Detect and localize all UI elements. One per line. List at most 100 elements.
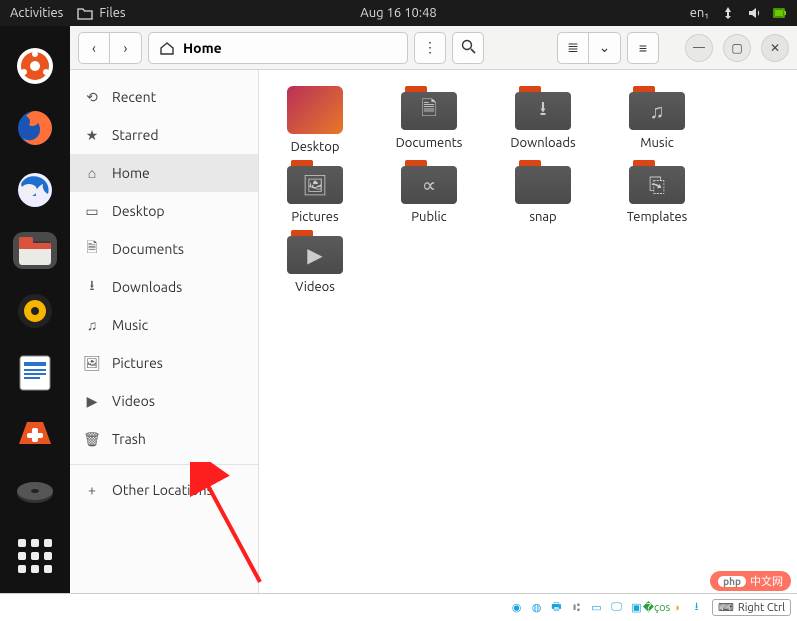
folder-icon: ∝ bbox=[401, 160, 457, 204]
vbox-optical-icon[interactable]: ◍ bbox=[528, 599, 545, 616]
ubuntu-dock bbox=[0, 26, 70, 593]
back-button[interactable]: ‹ bbox=[78, 32, 110, 64]
watermark-php: php bbox=[718, 576, 746, 587]
dock-app-libreoffice-writer[interactable] bbox=[13, 353, 57, 393]
file-documents[interactable]: 🗎 Documents bbox=[381, 86, 477, 154]
file-label: Public bbox=[411, 210, 446, 224]
sidebar-item-music[interactable]: ♫Music bbox=[70, 306, 258, 344]
host-key-label: Right Ctrl bbox=[738, 602, 785, 614]
sidebar-item-videos[interactable]: ▶Videos bbox=[70, 382, 258, 420]
path-bar[interactable]: Home bbox=[148, 32, 408, 64]
sidebar-item-label: Recent bbox=[112, 89, 156, 105]
places-sidebar: ⟲ Recent ★Starred ⌂Home ▭ Desktop 🗎 Documen… bbox=[70, 70, 259, 593]
file-public[interactable]: ∝ Public bbox=[381, 160, 477, 224]
path-label: Home bbox=[183, 40, 222, 56]
vbox-network-icon[interactable]: �ços bbox=[648, 599, 665, 616]
gnome-top-bar: Activities Files Aug 16 10:48 en₁ bbox=[0, 0, 797, 26]
close-button[interactable]: ✕ bbox=[761, 34, 789, 62]
view-options-button[interactable]: ⌄ bbox=[589, 32, 621, 64]
hamburger-menu-button[interactable]: ≡ bbox=[627, 32, 659, 64]
sidebar-item-trash[interactable]: 🗑Trash bbox=[70, 420, 258, 458]
vbox-clipboard-icon[interactable]: ◑ bbox=[668, 599, 685, 616]
nautilus-window: ‹ › Home ⋮ ≣ ⌄ ≡ — ▢ ✕ ⟲ Recent ★Starred … bbox=[70, 26, 797, 593]
clock[interactable]: Aug 16 10:48 bbox=[360, 6, 437, 20]
dock-app-files[interactable] bbox=[13, 232, 57, 269]
dock-app-ubuntu-software[interactable] bbox=[13, 415, 57, 452]
file-music[interactable]: ♫ Music bbox=[609, 86, 705, 154]
sidebar-item-starred[interactable]: ★Starred bbox=[70, 116, 258, 154]
vbox-audio-icon[interactable]: 🖶 bbox=[548, 599, 565, 616]
vbox-shared-folder-icon[interactable]: ▭ bbox=[588, 599, 605, 616]
home-icon: ⌂ bbox=[84, 165, 100, 181]
watermark-text: 中文网 bbox=[750, 573, 783, 589]
battery-icon[interactable] bbox=[773, 6, 787, 20]
file-label: Templates bbox=[627, 210, 688, 224]
hamburger-icon: ≡ bbox=[639, 40, 647, 56]
folder-icon: ▶ bbox=[287, 230, 343, 274]
desktop-icon: ▭ bbox=[84, 203, 100, 220]
file-label: Downloads bbox=[510, 136, 575, 150]
network-icon[interactable] bbox=[721, 6, 735, 20]
list-view-button[interactable]: ≣ bbox=[557, 32, 589, 64]
maximize-button[interactable]: ▢ bbox=[723, 34, 751, 62]
volume-icon[interactable] bbox=[747, 6, 761, 20]
sidebar-item-desktop[interactable]: ▭ Desktop bbox=[70, 192, 258, 230]
desktop-folder-icon bbox=[287, 86, 343, 134]
downloads-icon: ⭳ bbox=[84, 275, 100, 299]
vbox-display-icon[interactable]: 🖵 bbox=[608, 599, 625, 616]
sidebar-item-label: Documents bbox=[112, 241, 184, 257]
file-label: Desktop bbox=[291, 140, 340, 154]
file-downloads[interactable]: ⭳ Downloads bbox=[495, 86, 591, 154]
folder-icon: ♫ bbox=[629, 86, 685, 130]
sidebar-item-recent[interactable]: ⟲ Recent bbox=[70, 78, 258, 116]
music-icon: ♫ bbox=[84, 317, 100, 333]
file-templates[interactable]: ⎘ Templates bbox=[609, 160, 705, 224]
folder-icon: 🗎 bbox=[401, 86, 457, 130]
sidebar-item-downloads[interactable]: ⭳Downloads bbox=[70, 268, 258, 306]
dock-app-firefox[interactable] bbox=[13, 108, 57, 148]
file-snap[interactable]: snap bbox=[495, 160, 591, 224]
folder-icon: ⭳ bbox=[515, 86, 571, 130]
file-label: Pictures bbox=[291, 210, 338, 224]
vbox-hdd-icon[interactable]: ◉ bbox=[508, 599, 525, 616]
close-icon: ✕ bbox=[770, 41, 780, 55]
app-menu[interactable]: Files bbox=[77, 6, 125, 20]
folder-icon bbox=[515, 160, 571, 204]
vbox-host-key[interactable]: ⌨ Right Ctrl bbox=[712, 599, 791, 616]
sidebar-item-other-locations[interactable]: +Other Locations bbox=[70, 471, 258, 509]
vbox-usb-icon[interactable]: ⑆ bbox=[568, 599, 585, 616]
icon-view[interactable]: Desktop 🗎 Documents ⭳ Downloads ♫ Music … bbox=[259, 70, 797, 593]
dock-app-rhythmbox[interactable] bbox=[13, 291, 57, 331]
home-icon bbox=[159, 40, 175, 56]
dock-app-thunderbird[interactable] bbox=[13, 170, 57, 210]
path-menu-button[interactable]: ⋮ bbox=[414, 32, 446, 64]
keyboard-icon: ⌨ bbox=[718, 601, 734, 614]
file-desktop[interactable]: Desktop bbox=[267, 86, 363, 154]
search-button[interactable] bbox=[452, 32, 484, 64]
maximize-icon: ▢ bbox=[731, 41, 742, 55]
show-applications-button[interactable] bbox=[13, 538, 57, 575]
star-icon: ★ bbox=[84, 127, 100, 144]
file-videos[interactable]: ▶ Videos bbox=[267, 230, 363, 294]
sidebar-item-documents[interactable]: 🗎 Documents bbox=[70, 230, 258, 268]
activities-button[interactable]: Activities bbox=[10, 6, 63, 20]
search-icon bbox=[461, 39, 476, 57]
chevron-right-icon: › bbox=[124, 40, 128, 56]
vbox-mouse-icon[interactable]: ⭳ bbox=[688, 599, 705, 616]
dock-app-settings[interactable] bbox=[13, 46, 57, 86]
file-pictures[interactable]: 🖼 Pictures bbox=[267, 160, 363, 224]
documents-icon: 🗎 bbox=[84, 237, 100, 261]
sidebar-item-home[interactable]: ⌂Home bbox=[70, 154, 258, 192]
chevron-left-icon: ‹ bbox=[92, 40, 96, 56]
file-label: snap bbox=[529, 210, 556, 224]
forward-button[interactable]: › bbox=[110, 32, 142, 64]
minimize-button[interactable]: — bbox=[685, 34, 713, 62]
app-menu-label: Files bbox=[99, 6, 125, 20]
sidebar-item-label: Desktop bbox=[112, 203, 165, 219]
recent-icon: ⟲ bbox=[84, 89, 100, 106]
dock-app-disk[interactable] bbox=[13, 475, 57, 512]
file-label: Music bbox=[640, 136, 674, 150]
minimize-icon: — bbox=[693, 41, 705, 54]
input-source-indicator[interactable]: en₁ bbox=[690, 6, 709, 20]
sidebar-item-pictures[interactable]: 🖼Pictures bbox=[70, 344, 258, 382]
